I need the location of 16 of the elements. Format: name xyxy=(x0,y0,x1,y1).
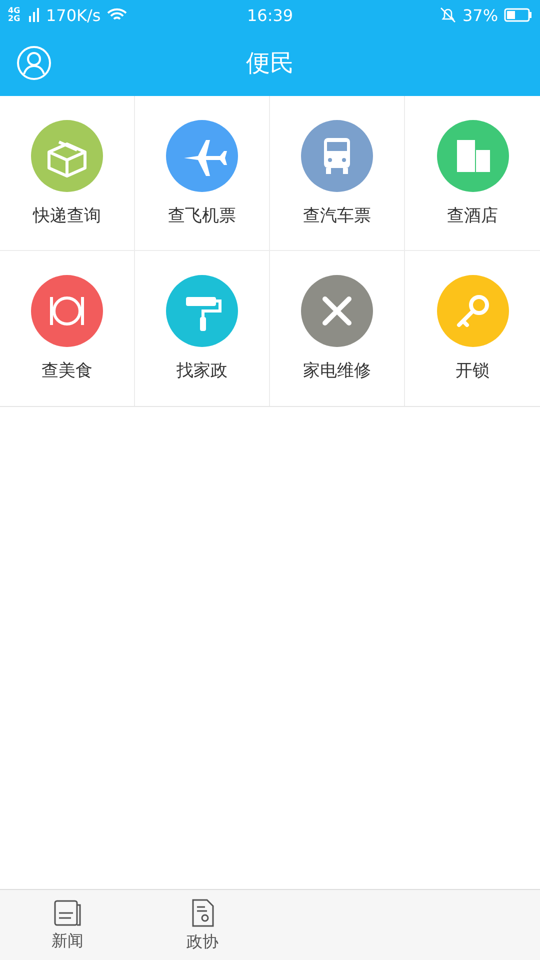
tab[interactable]: 新闻 xyxy=(0,890,135,960)
document-icon xyxy=(190,898,216,928)
battery-icon xyxy=(504,8,532,22)
service-item[interactable]: 查汽车票 xyxy=(270,96,405,251)
page-title: 便民 xyxy=(246,48,294,79)
profile-button[interactable] xyxy=(16,45,52,81)
service-item[interactable]: 快递查询 xyxy=(0,96,135,251)
battery-percent: 37% xyxy=(462,6,498,24)
newspaper-icon xyxy=(52,898,82,926)
signal-icon xyxy=(28,8,40,22)
network-speed: 170K/s xyxy=(46,6,101,24)
service-item[interactable]: 查飞机票 xyxy=(135,96,270,251)
muted-bell-icon xyxy=(440,7,456,23)
clock: 16:39 xyxy=(246,6,294,24)
tab[interactable]: 政协 xyxy=(135,890,270,960)
network-type: 4G 2G xyxy=(8,7,22,23)
